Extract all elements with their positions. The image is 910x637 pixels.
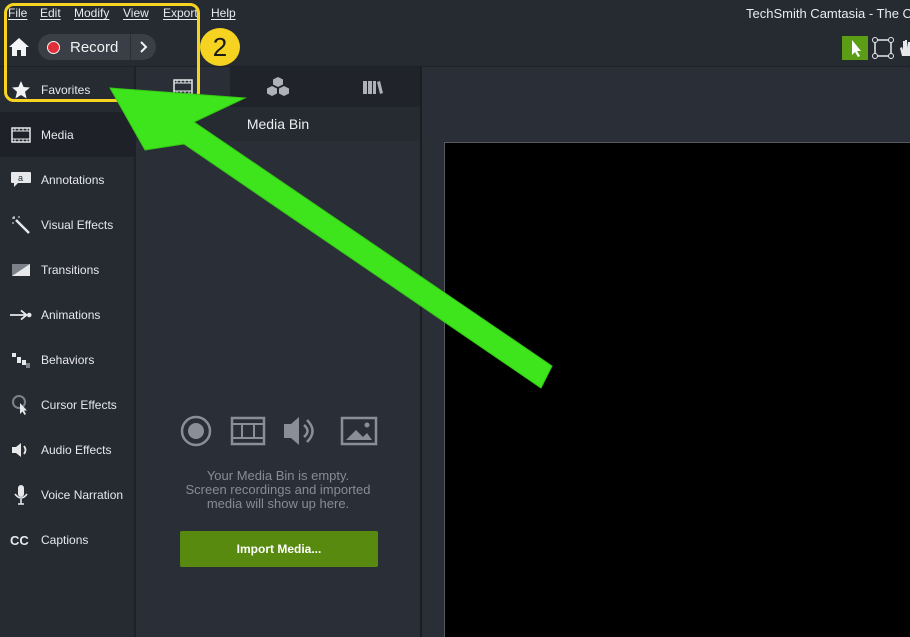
media-bin-panel: Media Bin Your Media Bin is empty. Scree… <box>136 67 420 637</box>
callout-highlight-box <box>4 3 200 102</box>
image-icon <box>340 416 378 446</box>
sidebar-item-media[interactable]: Media <box>0 112 136 157</box>
audio-speaker-icon <box>284 417 314 445</box>
transition-icon <box>10 259 32 281</box>
sidebar-item-transitions[interactable]: Transitions <box>0 247 134 292</box>
empty-state-icons <box>180 413 380 453</box>
menu-help[interactable]: Help <box>211 6 236 20</box>
sidebar-item-voice-narration[interactable]: Voice Narration <box>0 472 134 517</box>
cubes-icon <box>267 77 289 96</box>
sidebar-item-cursor-effects[interactable]: Cursor Effects <box>0 382 134 427</box>
sidebar-label-animations: Animations <box>41 307 101 322</box>
pointer-icon <box>852 40 861 57</box>
empty-text-line-1: Your Media Bin is empty. <box>206 468 350 483</box>
sidebar-item-audio-effects[interactable]: Audio Effects <box>0 427 134 472</box>
animation-icon <box>10 304 32 326</box>
preview-canvas[interactable] <box>444 142 910 637</box>
sidebar-label-captions: Captions <box>41 532 89 547</box>
svg-text:a: a <box>18 173 23 183</box>
sidebar-label-annotations: Annotations <box>41 172 105 187</box>
media-bin-title: Media Bin <box>136 107 420 141</box>
tab-library[interactable] <box>231 67 325 107</box>
svg-text:CC: CC <box>10 533 29 547</box>
sidebar-item-visual-effects[interactable]: Visual Effects <box>0 202 134 247</box>
hand-icon <box>900 40 910 56</box>
magic-wand-icon <box>10 214 32 236</box>
sidebar-item-animations[interactable]: Animations <box>0 292 134 337</box>
sidebar-label-voice-narration: Voice Narration <box>41 487 124 502</box>
crop-tool-button[interactable] <box>870 36 896 60</box>
empty-text-line-3: media will show up here. <box>206 496 350 511</box>
sidebar-label-behaviors: Behaviors <box>41 352 95 367</box>
sidebar-label-transitions: Transitions <box>41 262 100 277</box>
cc-icon: CC <box>10 529 32 551</box>
pan-tool-button[interactable] <box>898 36 910 60</box>
sidebar-label-cursor-effects: Cursor Effects <box>41 397 117 412</box>
sidebar-item-annotations[interactable]: a Annotations <box>0 157 134 202</box>
behaviors-icon <box>10 349 32 371</box>
sidebar-label-audio-effects: Audio Effects <box>41 442 112 457</box>
tab-books[interactable] <box>326 67 420 107</box>
cursor-icon <box>10 394 32 416</box>
import-media-button[interactable]: Import Media... <box>180 531 378 567</box>
empty-state-message: Your Media Bin is empty. Screen recordin… <box>156 469 400 511</box>
record-circle-icon <box>180 415 212 447</box>
empty-text-line-2: Screen recordings and imported <box>185 482 371 497</box>
books-icon <box>363 81 383 94</box>
window-title: TechSmith Camtasia - The C <box>746 6 910 21</box>
film-strip-icon <box>230 416 266 446</box>
film-icon <box>10 124 32 146</box>
sidebar-label-media: Media <box>41 127 74 142</box>
callout-step-badge: 2 <box>200 28 240 66</box>
speaker-icon <box>10 439 32 461</box>
microphone-icon <box>10 484 32 506</box>
sidebar-label-visual-effects: Visual Effects <box>41 217 114 232</box>
sidebar-item-behaviors[interactable]: Behaviors <box>0 337 134 382</box>
sidebar-item-captions[interactable]: CC Captions <box>0 517 134 562</box>
select-tool-button[interactable] <box>842 36 868 60</box>
sidebar: Favorites Media a Annotations Visual Eff… <box>0 67 136 637</box>
crop-icon <box>872 37 894 59</box>
annotation-icon: a <box>10 169 32 191</box>
